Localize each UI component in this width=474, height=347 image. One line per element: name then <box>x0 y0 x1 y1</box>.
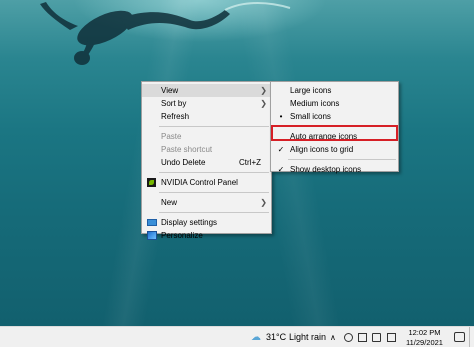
menu-separator <box>159 126 269 127</box>
menu-item-view[interactable]: View ❯ <box>142 84 271 97</box>
menu-separator <box>159 192 269 193</box>
highlight-annotation-box <box>271 125 398 141</box>
swimmer-silhouette <box>40 2 291 65</box>
submenu-item-small-icons[interactable]: • Small icons <box>271 110 398 123</box>
undo-shortcut-text: Ctrl+Z <box>239 158 261 167</box>
submenu-item-medium-icons[interactable]: Medium icons <box>271 97 398 110</box>
show-desktop-button[interactable] <box>469 327 470 347</box>
menu-item-paste[interactable]: Paste <box>142 130 271 143</box>
menu-item-view-label: View <box>161 86 179 95</box>
menu-item-sort-by[interactable]: Sort by ❯ <box>142 97 271 110</box>
network-icon[interactable] <box>344 333 353 342</box>
notification-icon[interactable] <box>454 332 465 342</box>
personalize-icon <box>147 231 157 240</box>
keyboard-icon[interactable] <box>387 333 396 342</box>
display-settings-icon <box>147 219 157 226</box>
clock-time: 12:02 PM <box>408 328 441 337</box>
weather-temperature[interactable]: 31°C <box>266 327 286 347</box>
menu-item-personalize-label: Personalize <box>161 231 203 240</box>
battery-icon[interactable] <box>358 333 367 342</box>
menu-item-nvidia-control-panel[interactable]: NVIDIA Control Panel <box>142 176 271 189</box>
menu-item-refresh-label: Refresh <box>161 112 190 121</box>
volume-icon[interactable] <box>372 333 381 342</box>
submenu-item-large-icons[interactable]: Large icons <box>271 84 398 97</box>
submenu-item-align-label: Align icons to grid <box>290 145 354 154</box>
nvidia-icon <box>147 178 156 187</box>
menu-item-undo-delete-label: Undo Delete <box>161 158 206 167</box>
clock[interactable]: 12:02 PM 11/29/2021 <box>402 328 447 347</box>
menu-item-new[interactable]: New ❯ <box>142 196 271 209</box>
weather-condition[interactable]: Light rain <box>289 327 326 347</box>
chevron-right-icon: ❯ <box>260 86 267 95</box>
submenu-item-large-icons-label: Large icons <box>290 86 332 95</box>
submenu-item-align-icons-to-grid[interactable]: ✓ Align icons to grid <box>271 143 398 156</box>
menu-item-refresh[interactable]: Refresh <box>142 110 271 123</box>
menu-separator <box>159 172 269 173</box>
menu-item-paste-shortcut[interactable]: Paste shortcut <box>142 143 271 156</box>
menu-item-nvidia-label: NVIDIA Control Panel <box>161 178 238 187</box>
checkmark-icon: ✓ <box>277 145 285 154</box>
menu-separator <box>288 159 396 160</box>
menu-separator <box>159 212 269 213</box>
desktop-context-menu: View ❯ Sort by ❯ Refresh Paste Paste sho… <box>141 81 272 240</box>
checkmark-icon: ✓ <box>277 165 285 174</box>
menu-item-display-settings[interactable]: Display settings <box>142 216 271 229</box>
menu-item-sort-by-label: Sort by <box>161 99 187 108</box>
submenu-item-medium-icons-label: Medium icons <box>290 99 340 108</box>
clock-date: 11/29/2021 <box>406 337 443 347</box>
menu-item-undo-delete[interactable]: Undo Delete Ctrl+Z <box>142 156 271 169</box>
menu-item-paste-shortcut-label: Paste shortcut <box>161 145 213 154</box>
menu-item-display-settings-label: Display settings <box>161 218 218 227</box>
radio-dot-icon: • <box>279 112 283 121</box>
chevron-up-icon[interactable]: ∧ <box>330 327 336 347</box>
submenu-item-show-desktop-label: Show desktop icons <box>290 165 362 174</box>
menu-item-new-label: New <box>161 198 178 207</box>
chevron-right-icon: ❯ <box>260 198 267 207</box>
chevron-right-icon: ❯ <box>260 99 267 108</box>
submenu-item-small-icons-label: Small icons <box>290 112 331 121</box>
menu-item-paste-label: Paste <box>161 132 182 141</box>
cloud-rain-icon[interactable]: ☁ <box>251 327 261 347</box>
submenu-item-show-desktop-icons[interactable]: ✓ Show desktop icons <box>271 163 398 176</box>
taskbar: ☁ 31°C Light rain ∧ 12:02 PM 11/29/2021 <box>0 326 474 347</box>
menu-item-personalize[interactable]: Personalize <box>142 229 271 242</box>
